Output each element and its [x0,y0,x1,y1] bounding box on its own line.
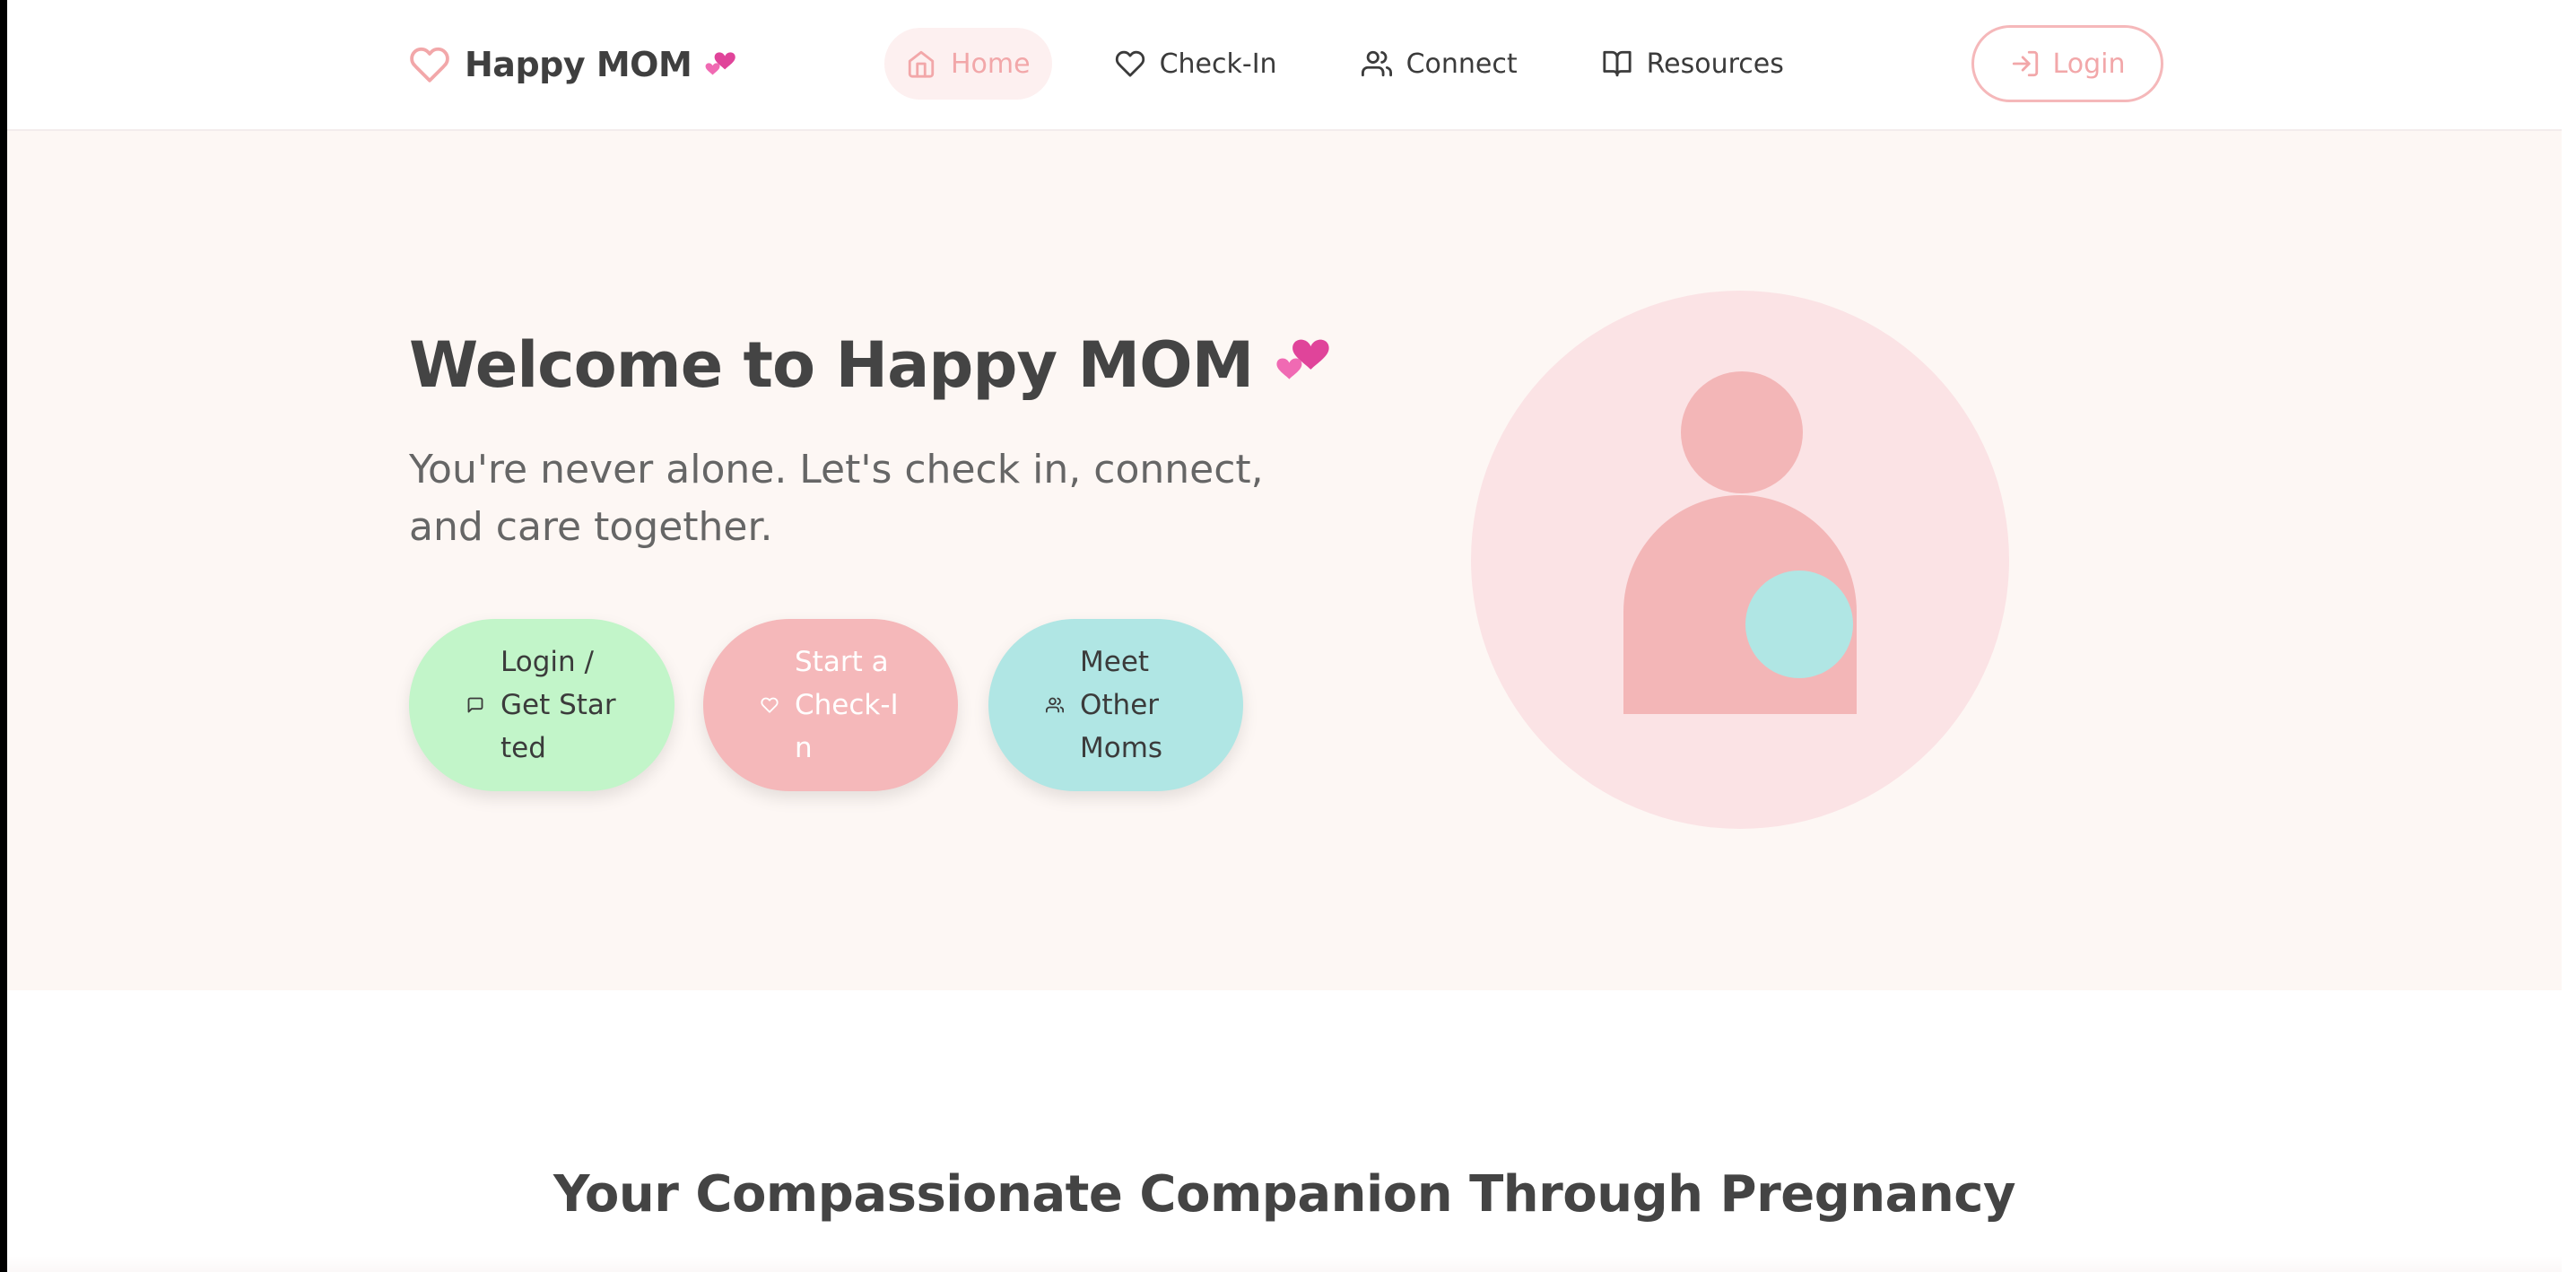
window-edge [2562,0,2576,1272]
section-divider [7,1256,2562,1272]
log-in-icon [2010,48,2041,79]
hero-subtitle: You're never alone. Let's check in, conn… [409,447,1264,550]
login-button[interactable]: Login [1971,25,2163,102]
brand-logo[interactable]: Happy MOM [409,39,740,90]
heart-icon [761,696,779,714]
nav-item-label: Check-In [1159,48,1277,80]
login-get-started-label: Login / Get Started [500,646,616,764]
heart-outline-icon [409,46,450,83]
brand-name: Happy MOM [465,45,692,84]
pregnant-mom-illustration [1471,291,2009,829]
meet-other-moms-label: Meet Other Moms [1080,646,1163,764]
login-button-label: Login [2052,48,2126,80]
nav-item-resources[interactable]: Resources [1580,28,1806,100]
main-nav: Home Check-In Connect Resources [884,28,1847,100]
hero-title-text: Welcome to Happy MOM [409,328,1254,402]
login-get-started-button[interactable]: Login / Get Started [409,619,674,791]
start-check-in-label: Start a Check-In [795,646,899,764]
nav-item-connect[interactable]: Connect [1340,28,1539,100]
nav-item-home[interactable]: Home [884,28,1052,100]
users-icon [1361,48,1392,79]
two-hearts-emoji-icon [1271,327,1337,405]
two-hearts-emoji-icon [702,45,740,84]
start-check-in-button[interactable]: Start a Check-In [703,619,958,791]
nav-item-label: Home [951,48,1031,80]
home-icon [906,48,936,79]
heart-icon [1115,48,1145,79]
nav-item-label: Resources [1646,48,1784,80]
navbar: Happy MOM Home Check-In Connect Resource… [7,0,2562,131]
hero-title: Welcome to Happy MOM [409,325,1337,405]
message-square-icon [466,696,484,714]
nav-item-check-in[interactable]: Check-In [1093,28,1299,100]
meet-other-moms-button[interactable]: Meet Other Moms [988,619,1243,791]
users-icon [1046,696,1064,714]
book-open-icon [1602,48,1632,79]
page: Happy MOM Home Check-In Connect Resource… [7,0,2562,1272]
hero-section: Welcome to Happy MOM You're never alone.… [7,131,2562,990]
section-title: Your Compassionate Companion Through Pre… [553,1164,2016,1224]
nav-item-label: Connect [1405,48,1518,80]
